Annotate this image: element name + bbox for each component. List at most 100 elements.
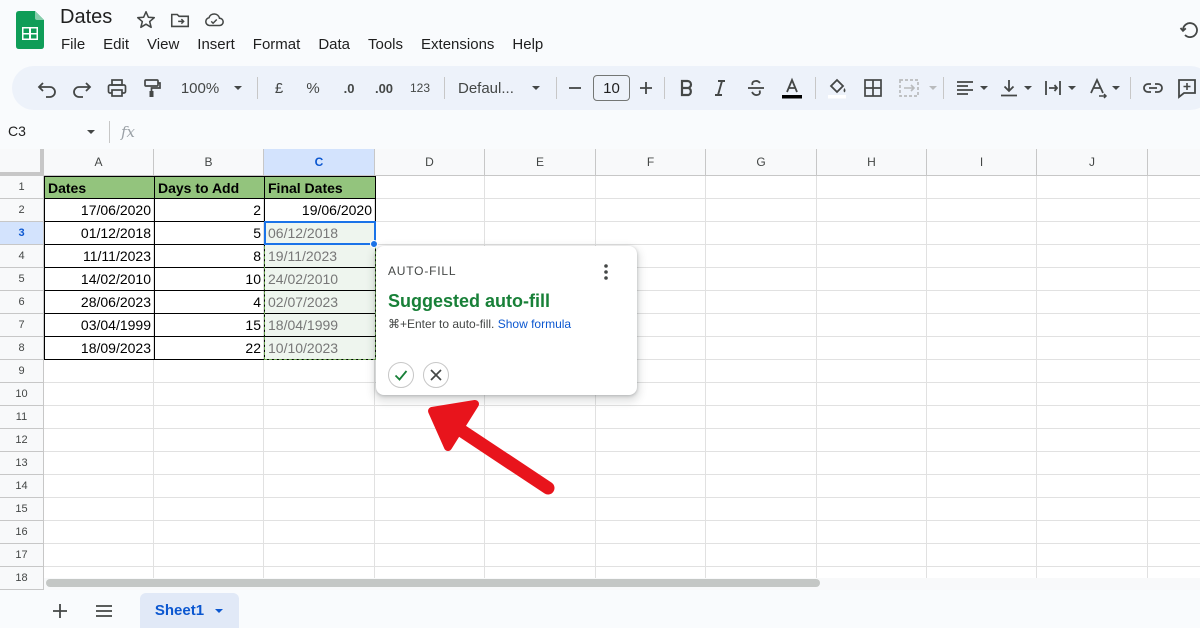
menu-data[interactable]: Data bbox=[309, 35, 359, 55]
currency-format-button[interactable]: £ bbox=[270, 77, 288, 99]
accept-autofill-button[interactable] bbox=[388, 362, 414, 388]
header-cell[interactable]: Days to Add bbox=[154, 176, 265, 199]
column-header[interactable] bbox=[1148, 149, 1200, 176]
print-icon[interactable] bbox=[106, 77, 128, 99]
text-wrapping-icon[interactable] bbox=[1042, 77, 1064, 99]
version-history-icon[interactable] bbox=[1178, 18, 1200, 42]
increase-decimals-button[interactable]: .00 bbox=[372, 77, 396, 99]
row-header[interactable]: 6 bbox=[0, 291, 44, 314]
zoom-dropdown-icon[interactable] bbox=[232, 77, 244, 99]
data-cell[interactable]: 2 bbox=[154, 199, 265, 222]
column-header[interactable]: I bbox=[927, 149, 1037, 176]
data-cell[interactable]: 11/11/2023 bbox=[44, 245, 155, 268]
menu-file[interactable]: File bbox=[52, 35, 94, 55]
row-header[interactable]: 16 bbox=[0, 521, 44, 544]
column-header[interactable]: E bbox=[485, 149, 596, 176]
menu-format[interactable]: Format bbox=[244, 35, 310, 55]
sheet-menu-dropdown-icon[interactable] bbox=[214, 607, 224, 615]
text-rotation-icon[interactable] bbox=[1086, 77, 1108, 99]
text-color-icon[interactable] bbox=[779, 77, 805, 99]
row-header[interactable]: 3 bbox=[0, 222, 44, 245]
name-box[interactable]: C3 bbox=[8, 123, 26, 139]
data-cell[interactable]: 14/02/2010 bbox=[44, 268, 155, 291]
data-cell[interactable]: 10 bbox=[154, 268, 265, 291]
zoom-select[interactable]: 100% bbox=[178, 77, 222, 99]
row-header[interactable]: 10 bbox=[0, 383, 44, 406]
header-cell[interactable]: Dates bbox=[44, 176, 155, 199]
fill-color-icon[interactable] bbox=[826, 77, 848, 99]
row-header[interactable]: 14 bbox=[0, 475, 44, 498]
data-cell[interactable]: 5 bbox=[154, 222, 265, 245]
column-header[interactable]: H bbox=[817, 149, 927, 176]
data-cell[interactable]: 22 bbox=[154, 337, 265, 360]
cloud-status-icon[interactable] bbox=[203, 9, 225, 31]
row-header[interactable]: 9 bbox=[0, 360, 44, 383]
sheet-tab-sheet1[interactable]: Sheet1 bbox=[140, 593, 239, 628]
row-header[interactable]: 4 bbox=[0, 245, 44, 268]
decrease-font-size-icon[interactable] bbox=[567, 77, 583, 99]
paint-format-icon[interactable] bbox=[141, 77, 163, 99]
select-all-corner[interactable] bbox=[0, 149, 44, 176]
horizontal-scroll-thumb[interactable] bbox=[46, 579, 820, 587]
menu-insert[interactable]: Insert bbox=[188, 35, 244, 55]
row-header[interactable]: 13 bbox=[0, 452, 44, 475]
percent-format-button[interactable]: % bbox=[304, 77, 322, 99]
active-cell-outline[interactable] bbox=[264, 221, 376, 245]
data-cell[interactable]: 17/06/2020 bbox=[44, 199, 155, 222]
borders-icon[interactable] bbox=[862, 77, 884, 99]
row-header[interactable]: 12 bbox=[0, 429, 44, 452]
more-formats-button[interactable]: 123 bbox=[408, 77, 432, 99]
column-header[interactable]: G bbox=[706, 149, 817, 176]
reject-autofill-button[interactable] bbox=[423, 362, 449, 388]
redo-icon[interactable] bbox=[71, 77, 93, 99]
add-sheet-icon[interactable] bbox=[50, 601, 70, 621]
align-dropdown-icon[interactable] bbox=[978, 77, 990, 99]
column-header[interactable]: C bbox=[264, 149, 375, 176]
merge-cells-icon[interactable] bbox=[897, 77, 921, 99]
row-header[interactable]: 18 bbox=[0, 567, 44, 590]
column-header[interactable]: A bbox=[44, 149, 154, 176]
decrease-decimals-button[interactable]: .0 bbox=[338, 77, 360, 99]
menu-help[interactable]: Help bbox=[503, 35, 552, 55]
menu-tools[interactable]: Tools bbox=[359, 35, 412, 55]
valign-dropdown-icon[interactable] bbox=[1022, 77, 1034, 99]
fill-handle[interactable] bbox=[370, 240, 378, 248]
insert-comment-icon[interactable] bbox=[1176, 77, 1198, 99]
column-header[interactable]: B bbox=[154, 149, 264, 176]
column-header[interactable]: F bbox=[596, 149, 706, 176]
data-cell[interactable]: 28/06/2023 bbox=[44, 291, 155, 314]
insert-link-icon[interactable] bbox=[1141, 77, 1165, 99]
strikethrough-icon[interactable] bbox=[745, 77, 767, 99]
undo-icon[interactable] bbox=[36, 77, 58, 99]
data-cell[interactable]: 8 bbox=[154, 245, 265, 268]
move-folder-icon[interactable] bbox=[169, 9, 191, 31]
column-header[interactable]: J bbox=[1037, 149, 1148, 176]
horizontal-align-icon[interactable] bbox=[954, 77, 976, 99]
star-icon[interactable] bbox=[135, 9, 157, 31]
italic-icon[interactable] bbox=[710, 77, 730, 99]
data-cell[interactable]: 4 bbox=[154, 291, 265, 314]
header-cell[interactable]: Final Dates bbox=[264, 176, 376, 199]
row-header[interactable]: 5 bbox=[0, 268, 44, 291]
row-header[interactable]: 17 bbox=[0, 544, 44, 567]
merge-dropdown-icon[interactable] bbox=[927, 77, 939, 99]
data-cell[interactable]: 15 bbox=[154, 314, 265, 337]
document-title[interactable]: Dates bbox=[60, 6, 112, 29]
row-header[interactable]: 15 bbox=[0, 498, 44, 521]
data-cell[interactable]: 18/09/2023 bbox=[44, 337, 155, 360]
more-options-icon[interactable] bbox=[596, 262, 616, 282]
font-size-input[interactable]: 10 bbox=[593, 75, 630, 101]
row-header[interactable]: 7 bbox=[0, 314, 44, 337]
font-family-select[interactable]: Defaul... bbox=[458, 77, 522, 99]
row-header[interactable]: 11 bbox=[0, 406, 44, 429]
data-cell[interactable]: 03/04/1999 bbox=[44, 314, 155, 337]
row-header[interactable]: 8 bbox=[0, 337, 44, 360]
data-cell[interactable]: 01/12/2018 bbox=[44, 222, 155, 245]
all-sheets-icon[interactable] bbox=[94, 601, 114, 621]
menu-edit[interactable]: Edit bbox=[94, 35, 138, 55]
wrap-dropdown-icon[interactable] bbox=[1066, 77, 1078, 99]
bold-icon[interactable] bbox=[676, 77, 696, 99]
row-header[interactable]: 1 bbox=[0, 176, 44, 199]
vertical-align-icon[interactable] bbox=[998, 77, 1020, 99]
column-header[interactable]: D bbox=[375, 149, 485, 176]
